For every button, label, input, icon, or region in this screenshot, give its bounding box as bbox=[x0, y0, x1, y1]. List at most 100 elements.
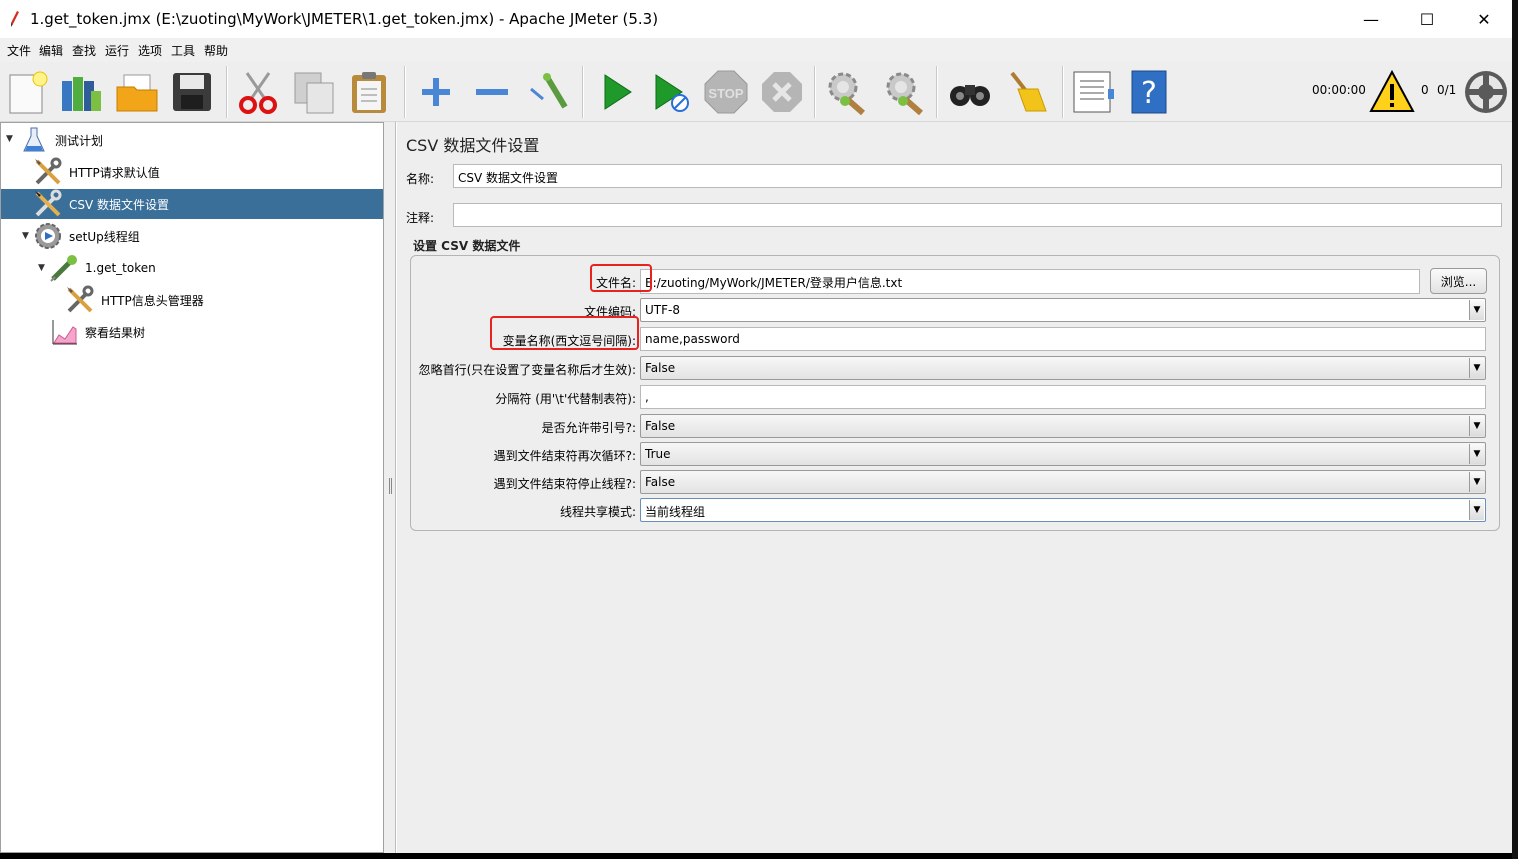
test-plan-tree: ▼ 测试计划 HTTP请求默认值 CSV 数据文件设置 ▼ setUp线程组 ▼… bbox=[0, 122, 384, 853]
chevron-down-icon[interactable]: ▼ bbox=[1469, 472, 1484, 492]
expand-toggle-icon[interactable]: ▼ bbox=[22, 231, 29, 241]
close-button[interactable]: ✕ bbox=[1455, 0, 1513, 38]
recycle-on-eof-value: True bbox=[645, 447, 671, 461]
stop-thread-on-eof-label: 遇到文件结束符停止线程?: bbox=[493, 477, 636, 491]
function-helper-icon[interactable] bbox=[1069, 67, 1117, 117]
svg-text:STOP: STOP bbox=[708, 86, 743, 101]
collapse-icon[interactable] bbox=[468, 67, 516, 117]
sharing-mode-select[interactable]: 当前线程组 ▼ bbox=[640, 498, 1486, 522]
tree-node-setup-thread-group[interactable]: setUp线程组 bbox=[33, 221, 140, 251]
delimiter-label: 分隔符 (用'\t'代替制表符): bbox=[495, 392, 636, 406]
clear-all-icon[interactable] bbox=[878, 67, 926, 117]
cut-icon[interactable] bbox=[234, 67, 282, 117]
tree-node-label: 察看结果树 bbox=[85, 325, 146, 340]
config-wrench-icon bbox=[33, 157, 63, 187]
toggle-icon[interactable] bbox=[524, 67, 572, 117]
toolbar-separator bbox=[1062, 66, 1064, 118]
bottom-edge bbox=[0, 853, 1518, 859]
test-plan-icon bbox=[19, 125, 49, 155]
comment-field[interactable] bbox=[453, 203, 1502, 227]
recycle-on-eof-select[interactable]: True ▼ bbox=[640, 442, 1486, 466]
menu-file[interactable]: 文件 bbox=[7, 42, 31, 59]
menu-run[interactable]: 运行 bbox=[105, 42, 129, 59]
new-icon[interactable] bbox=[3, 67, 51, 117]
tree-node-header-manager[interactable]: HTTP信息头管理器 bbox=[65, 285, 204, 315]
start-icon[interactable] bbox=[592, 67, 640, 117]
search-icon[interactable] bbox=[946, 67, 994, 117]
config-wrench-icon bbox=[65, 285, 95, 315]
chevron-down-icon[interactable]: ▼ bbox=[1469, 300, 1484, 320]
help-icon[interactable]: ? bbox=[1125, 67, 1173, 117]
expand-toggle-icon[interactable]: ▼ bbox=[38, 263, 45, 273]
sharing-mode-value: 当前线程组 bbox=[645, 505, 706, 519]
chevron-down-icon[interactable]: ▼ bbox=[1469, 358, 1484, 378]
tree-node-label: CSV 数据文件设置 bbox=[69, 197, 170, 212]
paste-icon[interactable] bbox=[346, 67, 394, 117]
shutdown-icon[interactable] bbox=[758, 67, 806, 117]
variable-names-label: 变量名称(西文逗号间隔): bbox=[502, 334, 636, 348]
menu-search[interactable]: 查找 bbox=[72, 42, 96, 59]
variable-names-field[interactable]: name,password bbox=[640, 327, 1486, 351]
filename-field[interactable]: E:/zuoting/MyWork/JMETER/登录用户信息.txt bbox=[640, 269, 1420, 294]
name-field[interactable]: CSV 数据文件设置 bbox=[453, 164, 1502, 188]
tree-node-test-plan[interactable]: 测试计划 bbox=[19, 125, 103, 155]
allow-quoted-select[interactable]: False ▼ bbox=[640, 414, 1486, 438]
warning-count: 0 bbox=[1421, 83, 1429, 97]
name-label: 名称: bbox=[406, 172, 435, 186]
start-no-pause-icon[interactable] bbox=[647, 67, 695, 117]
reset-search-icon[interactable] bbox=[1003, 67, 1051, 117]
ignore-first-line-label: 忽略首行(只在设置了变量名称后才生效): bbox=[418, 363, 636, 377]
right-edge bbox=[1512, 0, 1518, 859]
editor-title: CSV 数据文件设置 bbox=[406, 136, 540, 155]
clear-icon[interactable] bbox=[822, 67, 870, 117]
ignore-first-line-select[interactable]: False ▼ bbox=[640, 356, 1486, 380]
csv-group-title: 设置 CSV 数据文件 bbox=[413, 239, 521, 253]
config-wrench-icon bbox=[33, 189, 63, 219]
stop-icon[interactable]: STOP bbox=[702, 67, 750, 117]
sharing-mode-label: 线程共享模式: bbox=[559, 505, 636, 519]
minimize-button[interactable]: — bbox=[1342, 0, 1400, 38]
menu-edit[interactable]: 编辑 bbox=[39, 42, 63, 59]
templates-icon[interactable] bbox=[57, 67, 105, 117]
expand-icon[interactable] bbox=[412, 67, 460, 117]
save-icon[interactable] bbox=[168, 67, 216, 117]
stop-thread-on-eof-select[interactable]: False ▼ bbox=[640, 470, 1486, 494]
panel-splitter[interactable] bbox=[384, 122, 396, 853]
toolbar-separator bbox=[404, 66, 406, 118]
menu-tools[interactable]: 工具 bbox=[171, 42, 195, 59]
tree-node-label: 测试计划 bbox=[55, 133, 104, 148]
recycle-on-eof-label: 遇到文件结束符再次循环?: bbox=[493, 449, 636, 463]
jmeter-feather-icon bbox=[11, 11, 19, 27]
sampler-pipette-icon bbox=[49, 253, 79, 283]
stop-thread-on-eof-value: False bbox=[645, 475, 676, 489]
delimiter-field[interactable]: , bbox=[640, 385, 1486, 409]
maximize-button[interactable]: ☐ bbox=[1398, 0, 1456, 38]
remote-engines-icon[interactable] bbox=[1462, 67, 1510, 117]
csv-config-editor: CSV 数据文件设置 名称: CSV 数据文件设置 注释: 设置 CSV 数据文… bbox=[397, 122, 1518, 853]
menu-options[interactable]: 选项 bbox=[138, 42, 162, 59]
chevron-down-icon[interactable]: ▼ bbox=[1469, 500, 1484, 520]
file-encoding-select[interactable]: UTF-8 ▼ bbox=[640, 298, 1486, 322]
browse-button[interactable]: 浏览... bbox=[1430, 268, 1487, 294]
tree-node-csv-config[interactable]: CSV 数据文件设置 bbox=[1, 189, 383, 219]
thread-group-gear-icon bbox=[33, 221, 63, 251]
menu-help[interactable]: 帮助 bbox=[204, 42, 228, 59]
filename-label: 文件名: bbox=[595, 276, 636, 290]
tree-node-http-defaults[interactable]: HTTP请求默认值 bbox=[33, 157, 160, 187]
listener-chart-icon bbox=[49, 317, 79, 347]
expand-toggle-icon[interactable]: ▼ bbox=[6, 134, 13, 144]
splitter-grip[interactable] bbox=[389, 478, 392, 494]
copy-icon[interactable] bbox=[290, 67, 338, 117]
tree-node-view-results-tree[interactable]: 察看结果树 bbox=[49, 317, 145, 347]
active-threads: 0/1 bbox=[1437, 83, 1457, 97]
elapsed-timer: 00:00:00 bbox=[1312, 83, 1366, 97]
tree-node-label: HTTP信息头管理器 bbox=[101, 293, 204, 308]
toolbar-separator bbox=[226, 66, 228, 118]
warning-icon[interactable] bbox=[1368, 67, 1416, 117]
open-icon[interactable] bbox=[113, 67, 161, 117]
chevron-down-icon[interactable]: ▼ bbox=[1469, 444, 1484, 464]
file-encoding-label: 文件编码: bbox=[583, 305, 636, 319]
title-bar: 1.get_token.jmx (E:\zuoting\MyWork\JMETE… bbox=[0, 0, 1518, 38]
tree-node-get-token[interactable]: 1.get_token bbox=[49, 253, 156, 283]
chevron-down-icon[interactable]: ▼ bbox=[1469, 416, 1484, 436]
